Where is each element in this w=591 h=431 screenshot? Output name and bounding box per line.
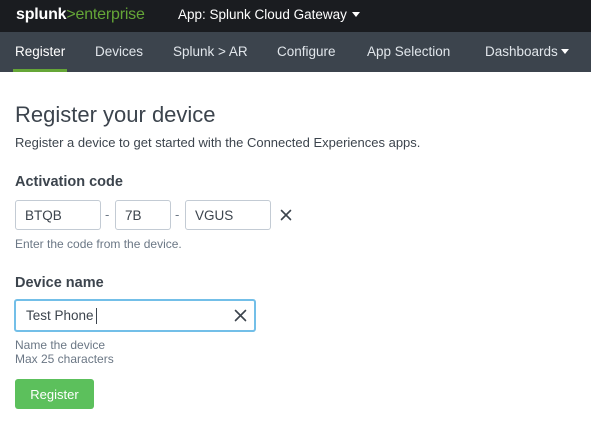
nav-tab-register[interactable]: Register <box>12 32 68 72</box>
register-button[interactable]: Register <box>15 379 94 409</box>
nav-tab-app-selection[interactable]: App Selection <box>367 32 450 72</box>
nav-tab-label: Register <box>15 44 66 59</box>
nav-tab-splunk-ar[interactable]: Splunk > AR <box>173 32 248 72</box>
nav-tab-label: App Selection <box>367 44 451 59</box>
activation-code-field-2[interactable] <box>115 200 171 230</box>
page-title: Register your device <box>15 102 216 127</box>
clear-device-name-icon[interactable] <box>234 309 247 322</box>
app-menu[interactable]: App: Splunk Cloud Gateway <box>178 7 360 22</box>
activation-code-label: Activation code <box>15 174 123 190</box>
device-name-help-1: Name the device <box>15 338 106 352</box>
activation-code-field-3[interactable] <box>185 200 271 230</box>
caret-down-icon <box>351 12 360 17</box>
nav-tab-configure[interactable]: Configure <box>277 32 336 72</box>
splunk-logo[interactable]: splunk>enterprise <box>16 6 145 24</box>
clear-activation-code-icon[interactable] <box>280 209 292 221</box>
text-cursor <box>96 308 97 324</box>
top-header: splunk>enterprise App: Splunk Cloud Gate… <box>0 0 591 32</box>
logo-separator: > <box>66 6 76 23</box>
device-name-label: Device name <box>15 275 104 291</box>
activation-code-field-1[interactable] <box>15 200 101 230</box>
nav-tab-label: Dashboards <box>485 44 558 59</box>
code-separator: - <box>175 207 180 222</box>
logo-product: enterprise <box>75 6 145 23</box>
app-menu-label: App: Splunk Cloud Gateway <box>178 7 347 22</box>
device-name-input[interactable] <box>14 299 256 332</box>
nav-tab-label: Devices <box>95 44 144 59</box>
code-separator: - <box>105 207 110 222</box>
nav-tab-label: Configure <box>277 44 336 59</box>
logo-brand: splunk <box>16 6 67 23</box>
app-nav-bar: Register Devices Splunk > AR Configure A… <box>0 32 591 72</box>
page-subtitle: Register a device to get started with th… <box>15 135 421 150</box>
nav-tab-dashboards[interactable]: Dashboards <box>485 32 569 72</box>
nav-tab-devices[interactable]: Devices <box>95 32 143 72</box>
nav-tab-label: Splunk > AR <box>173 44 248 59</box>
activation-code-help: Enter the code from the device. <box>15 237 182 251</box>
caret-down-icon <box>560 49 569 54</box>
device-name-help-2: Max 25 characters <box>15 352 114 366</box>
